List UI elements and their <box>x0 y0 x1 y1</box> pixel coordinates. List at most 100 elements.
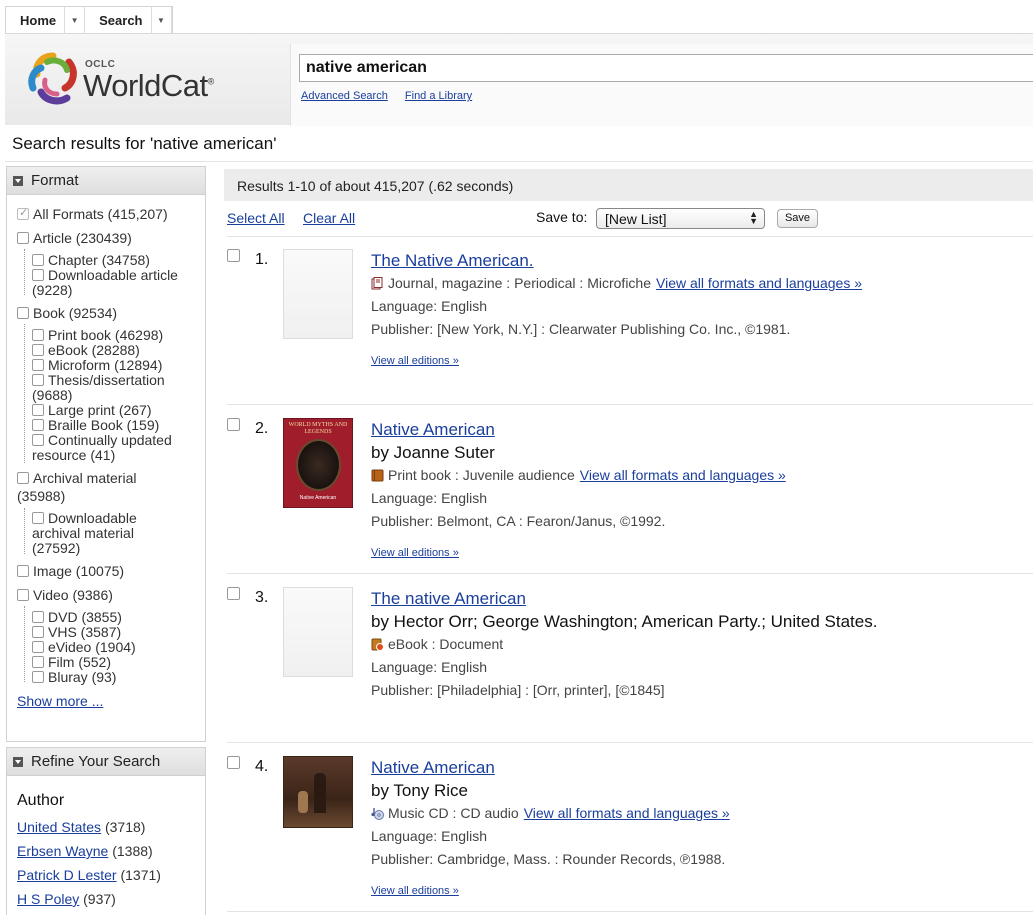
record-checkbox[interactable] <box>227 418 240 431</box>
facet-bluray[interactable]: Bluray (93) <box>32 670 116 685</box>
facet-continually-updated[interactable]: Continually updated <box>32 433 172 448</box>
facet-dvd[interactable]: DVD (3855) <box>32 610 122 625</box>
facet-vhs[interactable]: VHS (3587) <box>32 625 121 640</box>
search-dropdown-arrow-icon[interactable]: ▼ <box>152 7 172 33</box>
facet-book[interactable]: Book (92534) <box>17 306 117 321</box>
search-panel: Advanced Search Find a Library <box>290 44 1033 126</box>
facet-evideo[interactable]: eVideo (1904) <box>32 640 136 655</box>
author-link[interactable]: Patrick D Lester <box>17 867 117 883</box>
cover-figure-image <box>314 773 326 813</box>
select-all-link[interactable]: Select All <box>227 210 285 226</box>
record-checkbox[interactable] <box>227 587 240 600</box>
checkbox[interactable] <box>32 254 44 266</box>
home-menu[interactable]: Home <box>6 7 66 33</box>
worldcat-logo[interactable]: OCLC WorldCat® <box>23 48 223 108</box>
checkbox[interactable] <box>32 611 44 623</box>
cover-thumbnail[interactable] <box>283 587 353 677</box>
facet-article[interactable]: Article (230439) <box>17 231 132 246</box>
record-checkbox[interactable] <box>227 249 240 262</box>
facet-chapter[interactable]: Chapter (34758) <box>32 253 150 268</box>
facet-downloadable-article[interactable]: Downloadable article <box>32 268 178 283</box>
author-facet-item: United States (3718) <box>17 819 146 835</box>
cover-thumbnail[interactable]: WORLD MYTHS AND LEGENDS Native American <box>283 418 353 508</box>
home-dropdown-arrow-icon[interactable]: ▼ <box>65 7 86 33</box>
collapse-icon <box>13 175 23 186</box>
checkbox[interactable] <box>32 434 44 446</box>
view-formats-link[interactable]: View all formats and languages » <box>580 467 786 483</box>
checkbox[interactable] <box>32 641 44 653</box>
record-format: Music CD : CD audio View all formats and … <box>371 805 730 821</box>
facet-large-print[interactable]: Large print (267) <box>32 403 152 418</box>
checkbox[interactable] <box>17 232 29 244</box>
checkbox[interactable] <box>17 589 29 601</box>
view-formats-link[interactable]: View all formats and languages » <box>656 275 862 291</box>
checkbox[interactable] <box>32 404 44 416</box>
record-title-link[interactable]: Native American <box>371 758 495 778</box>
journal-icon <box>371 277 383 290</box>
save-to-select[interactable]: [New List] ▲ ▼ <box>596 208 765 229</box>
checkbox[interactable] <box>32 329 44 341</box>
tree-line <box>24 324 25 463</box>
refine-header[interactable]: Refine Your Search <box>7 748 205 776</box>
record-author: by Hector Orr; George Washington; Americ… <box>371 612 878 631</box>
record-number: 1. <box>255 251 269 268</box>
checkbox[interactable] <box>17 472 29 484</box>
facet-thesis[interactable]: Thesis/dissertation <box>32 373 165 388</box>
cover-thumbnail[interactable] <box>283 249 353 339</box>
show-more-link[interactable]: Show more ... <box>17 693 103 709</box>
record-language: Language: English <box>371 659 487 675</box>
cover-thumbnail[interactable] <box>283 756 353 828</box>
facet-microform[interactable]: Microform (12894) <box>32 358 162 373</box>
book-icon <box>371 469 384 482</box>
facet-video[interactable]: Video (9386) <box>17 588 113 603</box>
record-title-link[interactable]: The Native American. <box>371 251 534 271</box>
checkbox[interactable] <box>32 419 44 431</box>
facet-archival[interactable]: Archival material <box>17 471 136 486</box>
record-title-link[interactable]: The native American <box>371 589 526 609</box>
checkbox[interactable] <box>17 307 29 319</box>
checkbox[interactable] <box>32 626 44 638</box>
divider <box>5 161 1033 162</box>
checkbox[interactable] <box>32 671 44 683</box>
facet-ebook[interactable]: eBook (28288) <box>32 343 140 358</box>
facet-print-book[interactable]: Print book (46298) <box>32 328 163 343</box>
checkbox[interactable] <box>32 344 44 356</box>
search-menu[interactable]: Search <box>85 7 152 33</box>
advanced-search-link[interactable]: Advanced Search <box>301 90 388 102</box>
record-publisher: Publisher: [New York, N.Y.] : Clearwater… <box>371 321 791 337</box>
find-library-link[interactable]: Find a Library <box>405 90 472 102</box>
record-checkbox[interactable] <box>227 756 240 769</box>
view-formats-link[interactable]: View all formats and languages » <box>524 805 730 821</box>
author-link[interactable]: United States <box>17 819 101 835</box>
view-editions-link[interactable]: View all editions » <box>371 355 459 367</box>
author-link[interactable]: Erbsen Wayne <box>17 843 108 859</box>
checkbox[interactable] <box>32 269 44 281</box>
author-link[interactable]: H S Poley <box>17 891 79 907</box>
facet-film[interactable]: Film (552) <box>32 655 111 670</box>
checkbox[interactable] <box>32 359 44 371</box>
save-button[interactable]: Save <box>777 209 818 228</box>
record-format: eBook : Document <box>371 636 503 652</box>
facet-all-formats[interactable]: All Formats (415,207) <box>17 206 168 222</box>
record-publisher: Publisher: [Philadelphia] : [Orr, printe… <box>371 682 665 698</box>
facet-downloadable-archival[interactable]: Downloadable <box>32 511 137 526</box>
format-facet-header[interactable]: Format <box>7 167 205 195</box>
checkbox[interactable] <box>17 206 29 221</box>
view-editions-link[interactable]: View all editions » <box>371 547 459 559</box>
worldcat-swirl-icon <box>28 52 77 105</box>
view-editions-link[interactable]: View all editions » <box>371 885 459 897</box>
checkbox[interactable] <box>32 374 44 386</box>
facet-image[interactable]: Image (10075) <box>17 564 124 579</box>
record-title-link[interactable]: Native American <box>371 420 495 440</box>
clear-all-link[interactable]: Clear All <box>303 210 355 226</box>
search-input[interactable] <box>299 54 1033 82</box>
checkbox[interactable] <box>32 512 44 524</box>
worldcat-wordmark: WorldCat® <box>83 68 214 103</box>
results-summary: Results 1-10 of about 415,207 (.62 secon… <box>224 169 1033 201</box>
record-language: Language: English <box>371 828 487 844</box>
facet-braille[interactable]: Braille Book (159) <box>32 418 159 433</box>
top-nav: Home ▼ Search ▼ <box>5 6 173 33</box>
checkbox[interactable] <box>32 656 44 668</box>
author-facet-label: Author <box>17 792 65 809</box>
checkbox[interactable] <box>17 565 29 577</box>
